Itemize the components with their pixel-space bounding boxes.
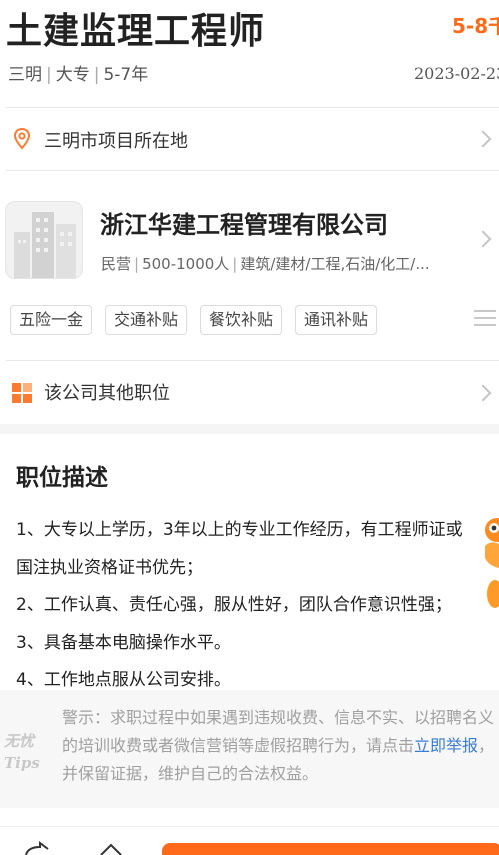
tips-panel: 无忧 Tips 警示：求职过程中如果遇到违规收费、信息不实、以招聘名义的培训收费… [0, 690, 499, 808]
meta-separator: | [232, 255, 238, 273]
meta-separator: | [46, 65, 52, 85]
section-gap [0, 424, 499, 434]
description-body: 1、大专以上学历，3年以上的专业工作经历，有工程师证或 国注执业资格证书优先； … [16, 512, 499, 700]
tips-logo: 无忧 Tips [4, 730, 50, 774]
report-link[interactable]: 立即举报 [414, 736, 478, 755]
chevron-right-icon [474, 130, 492, 148]
description-line: 3、具备基本电脑操作水平。 [16, 632, 231, 653]
tips-text: 警示：求职过程中如果遇到违规收费、信息不实、以招聘名义的培训收费或者微信营销等虚… [62, 704, 499, 788]
description-line: 国注执业资格证书优先； [16, 557, 203, 578]
benefit-tag: 交通补贴 [105, 305, 188, 335]
description-line: 1、大专以上学历，3年以上的专业工作经历，有工程师证或 [16, 520, 463, 540]
share-icon[interactable] [22, 841, 50, 855]
grid-icon [12, 383, 32, 403]
benefit-tag: 五险一金 [10, 305, 93, 335]
apply-button[interactable] [162, 843, 499, 855]
divider [6, 360, 499, 361]
job-detail-page: 土建监理工程师 5-8千 三明 | 大专 | 5-7年 2023-02-23 三明市项目… [0, 0, 499, 855]
company-name: 浙江华建工程管理有限公司 [100, 211, 388, 239]
meta-separator: | [93, 65, 100, 85]
job-meta: 三明 | 大专 | 5-7年 [8, 60, 148, 85]
other-positions-label: 该公司其他职位 [44, 383, 170, 404]
company-logo [5, 201, 83, 279]
tips-logo-line: 无忧 [4, 732, 35, 750]
benefit-tag: 通讯补贴 [295, 305, 378, 335]
company-size: 500-1000人 [142, 255, 230, 273]
tips-logo-line: Tips [4, 754, 40, 772]
job-city: 三明 [8, 65, 42, 85]
location-text: 三明市项目所在地 [44, 131, 188, 152]
description-line: 2、工作认真、责任心强，服从性好，团队合作意识性强； [16, 595, 452, 615]
mascot-icon[interactable] [477, 512, 499, 612]
divider [6, 170, 499, 171]
location-row[interactable]: 三明市项目所在地 [0, 108, 499, 170]
map-pin-icon [13, 127, 31, 150]
benefit-tags: 五险一金 交通补贴 餐饮补贴 通讯补贴 [10, 305, 378, 335]
company-type: 民营 [101, 255, 132, 273]
building-icon [6, 202, 82, 278]
job-title: 土建监理工程师 [6, 11, 266, 52]
other-positions-row[interactable]: 该公司其他职位 [0, 362, 499, 422]
bottom-action-bar [0, 826, 499, 855]
meta-separator: | [134, 255, 140, 273]
home-icon[interactable] [98, 841, 124, 855]
benefit-tag: 餐饮补贴 [200, 305, 283, 335]
job-experience: 5-7年 [103, 65, 149, 85]
post-date: 2023-02-23 [414, 64, 499, 83]
chevron-right-icon [474, 384, 492, 402]
job-education: 大专 [55, 65, 90, 85]
company-meta: 民营 | 500-1000人 | 建筑/建材/工程,石油/化工/... [101, 253, 456, 274]
chevron-right-icon [474, 230, 492, 248]
company-industry: 建筑/建材/工程,石油/化工/... [240, 255, 430, 273]
description-title: 职位描述 [16, 465, 108, 491]
salary: 5-8千 [452, 14, 499, 38]
company-card[interactable]: 浙江华建工程管理有限公司 民营 | 500-1000人 | 建筑/建材/工程,石油/化工… [0, 195, 499, 287]
hamburger-menu-icon[interactable] [474, 310, 496, 328]
